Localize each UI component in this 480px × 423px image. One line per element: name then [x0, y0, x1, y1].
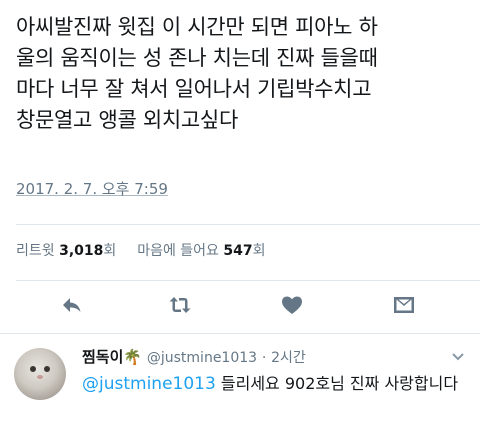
reply-body-text: 들리세요 902호님 진짜 사랑합니다 — [215, 374, 459, 393]
tweet-text: 아씨발진짜 윗집 이 시간만 되면 피아노 하 울의 움직이는 성 존나 치는데… — [16, 15, 378, 132]
divider — [16, 280, 480, 281]
heart-icon — [280, 293, 304, 321]
chevron-down-icon[interactable] — [450, 348, 466, 364]
reply-tweet[interactable]: 찜독이🌴 @justmine1013 · 2시간 @justmine1013 들… — [0, 334, 480, 423]
avatar[interactable] — [14, 348, 66, 400]
retweets-unit: 회 — [103, 243, 117, 259]
reply-button[interactable] — [56, 291, 88, 323]
reply-handle[interactable]: @justmine1013 — [147, 350, 257, 366]
likes-stat[interactable]: 마음에 들어요 547회 — [137, 243, 265, 259]
reply-display-name[interactable]: 찜독이 — [82, 348, 123, 366]
envelope-icon — [392, 293, 416, 321]
reply-icon — [60, 293, 84, 321]
likes-count: 547 — [223, 243, 253, 259]
tweet-stats: 리트윗 3,018회 마음에 들어요 547회 — [16, 240, 266, 260]
reply-header: 찜독이🌴 @justmine1013 · 2시간 — [82, 346, 306, 367]
reply-text: @justmine1013 들리세요 902호님 진짜 사랑합니다 — [82, 372, 466, 396]
tweet-actions — [0, 285, 480, 329]
tweet-timestamp[interactable]: 2017. 2. 7. 오후 7:59 — [16, 178, 168, 199]
separator-dot: · — [261, 350, 267, 366]
retweets-stat[interactable]: 리트윗 3,018회 — [16, 243, 121, 259]
reply-time[interactable]: 2시간 — [271, 350, 306, 366]
message-button[interactable] — [388, 291, 420, 323]
palm-tree-emoji: 🌴 — [123, 348, 143, 366]
likes-unit: 회 — [252, 243, 266, 259]
retweet-button[interactable] — [164, 291, 196, 323]
likes-label: 마음에 들어요 — [137, 243, 219, 259]
retweets-count: 3,018 — [59, 243, 104, 259]
like-button[interactable] — [276, 291, 308, 323]
divider — [16, 224, 480, 225]
mention-link[interactable]: @justmine1013 — [82, 374, 216, 394]
retweets-label: 리트윗 — [16, 243, 55, 259]
retweet-icon — [168, 293, 192, 321]
